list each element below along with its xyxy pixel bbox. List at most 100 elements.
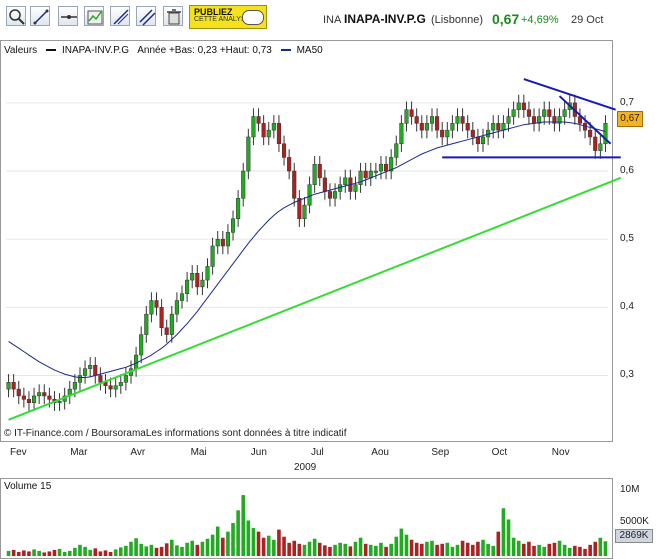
volume-bar <box>358 537 363 556</box>
volume-bar <box>302 544 307 556</box>
candle-body <box>37 392 42 397</box>
candle-body <box>241 170 246 199</box>
candle-body <box>414 116 419 124</box>
volume-bar <box>159 546 164 556</box>
volume-bar <box>47 551 52 556</box>
candle-body <box>516 102 521 110</box>
volume-bar <box>430 540 434 556</box>
ma50-line <box>8 121 606 379</box>
candle-body <box>424 123 429 131</box>
candle-body <box>460 116 465 124</box>
chart-canvas <box>6 78 622 556</box>
x-tick-label: Mar <box>70 447 88 458</box>
volume-bar <box>231 523 235 556</box>
volume-bar <box>465 542 470 556</box>
candle-body <box>470 129 475 138</box>
volume-bar <box>256 531 261 556</box>
candle-body <box>312 163 317 185</box>
volume-bar <box>435 544 439 556</box>
candle-body <box>333 191 338 199</box>
volume-bar <box>190 540 195 556</box>
volume-bar <box>496 531 501 556</box>
volume-bar <box>343 543 348 556</box>
candle-body <box>317 163 322 179</box>
volume-bar <box>476 541 480 556</box>
candle-body <box>384 163 389 172</box>
legend-label: Valeurs <box>4 45 38 56</box>
y-tick-label: 0,5 <box>620 233 634 245</box>
volume-bar <box>261 537 266 556</box>
volume-bar <box>282 536 286 556</box>
volume-bar <box>154 547 159 556</box>
volume-bar <box>547 543 552 556</box>
candle-body <box>271 123 276 131</box>
volume-bar <box>450 546 455 556</box>
volume-bar <box>348 546 353 556</box>
volume-bar <box>144 546 149 556</box>
volume-bar <box>481 539 485 556</box>
volume-bar <box>52 549 57 556</box>
volume-bar <box>149 544 154 556</box>
x-axis-year: 2009 <box>294 462 317 473</box>
candle-body <box>261 123 266 138</box>
volume-bar <box>266 535 271 556</box>
volume-bar <box>409 539 414 556</box>
candle-body <box>501 123 506 131</box>
volume-bar <box>113 549 118 556</box>
volume-bar <box>471 544 475 556</box>
candle-body <box>343 177 348 185</box>
candle-body <box>215 238 220 247</box>
candle-body <box>195 273 200 288</box>
candle-body <box>88 365 93 369</box>
volume-bar <box>118 547 123 556</box>
volume-bar <box>583 548 587 556</box>
volume-bar <box>221 537 225 556</box>
candle-body <box>378 163 384 172</box>
volume-bar <box>516 540 521 556</box>
candle-body <box>496 123 501 131</box>
candle-body <box>210 245 215 267</box>
current-volume-marker: 2869K <box>615 529 653 543</box>
x-tick-label: Fev <box>10 447 27 458</box>
volume-tick: 5000K <box>620 516 649 527</box>
candle-body <box>154 300 159 308</box>
y-tick-label: 0,3 <box>620 369 634 381</box>
volume-bar <box>379 542 383 556</box>
candle-body <box>491 123 496 131</box>
volume-bar <box>6 550 11 556</box>
volume-bar <box>297 543 302 556</box>
candle-body <box>72 382 77 390</box>
volume-bar <box>425 541 429 556</box>
volume-bar <box>598 537 603 556</box>
volume-bar <box>562 544 567 556</box>
candle-body <box>322 177 327 192</box>
volume-bar <box>374 545 378 556</box>
candle-body <box>93 365 98 376</box>
candle-body <box>419 123 424 131</box>
volume-bar <box>22 550 26 556</box>
volume-bar <box>226 531 230 556</box>
candle-body <box>57 401 62 404</box>
volume-bar <box>134 538 138 556</box>
candle-body <box>373 170 378 173</box>
volume-bar <box>175 545 179 556</box>
candle-body <box>16 388 21 397</box>
candle-body <box>251 116 256 138</box>
candle-body <box>266 129 271 138</box>
volume-bar <box>552 542 557 556</box>
volume-bar <box>241 495 246 556</box>
volume-bar <box>16 551 21 556</box>
candle-body <box>327 191 333 199</box>
candle-body <box>465 123 470 131</box>
candle-body <box>292 170 297 199</box>
volume-bar <box>62 551 67 556</box>
candle-body <box>287 157 292 172</box>
volume-bar <box>440 543 444 556</box>
volume-bar <box>180 546 184 556</box>
volume-bar <box>368 544 373 556</box>
volume-bar <box>511 537 516 556</box>
volume-bar <box>98 551 103 556</box>
current-price-marker: 0,67 <box>617 111 643 127</box>
candle-body <box>307 184 312 206</box>
candle-body <box>542 109 547 117</box>
